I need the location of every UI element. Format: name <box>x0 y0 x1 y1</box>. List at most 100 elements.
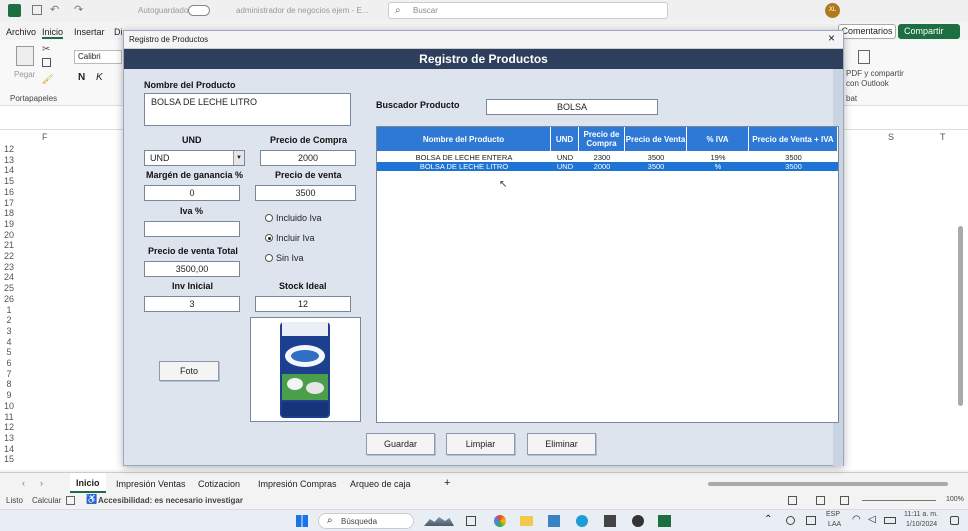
task-view-icon[interactable] <box>466 516 476 526</box>
sheet-next-icon[interactable]: › <box>40 478 43 488</box>
column-header[interactable]: Precio de Venta + IVA <box>749 127 838 151</box>
row-header[interactable]: 20 <box>0 230 18 240</box>
sheet-prev-icon[interactable]: ‹ <box>22 478 25 488</box>
row-header[interactable]: 15 <box>0 454 18 464</box>
row-header[interactable]: 15 <box>0 176 18 186</box>
share-button[interactable]: Compartir <box>898 24 960 39</box>
autosave-toggle[interactable] <box>188 5 210 16</box>
row-header[interactable]: 10 <box>0 401 18 411</box>
column-header[interactable]: Nombre del Producto <box>377 127 551 151</box>
column-header-t[interactable]: T <box>940 132 946 142</box>
app-icon-3[interactable] <box>632 515 644 527</box>
dialog-caption-bar[interactable]: Registro de Productos × <box>124 31 843 49</box>
tab-diseno[interactable]: Di <box>114 27 123 37</box>
row-header[interactable]: 22 <box>0 251 18 261</box>
zoom-slider[interactable] <box>862 500 936 501</box>
excel-taskbar-icon[interactable] <box>658 515 671 527</box>
language-line-1[interactable]: ESP <box>826 511 840 518</box>
row-header[interactable]: 2 <box>0 315 18 325</box>
row-header[interactable]: 17 <box>0 198 18 208</box>
tray-chevron-icon[interactable]: ⌃ <box>764 514 772 525</box>
edge-icon[interactable] <box>576 515 588 527</box>
column-header[interactable]: UND <box>551 127 579 151</box>
total-sale-price-input[interactable]: 3500,00 <box>144 261 240 277</box>
row-header[interactable]: 13 <box>0 433 18 443</box>
row-header[interactable]: 4 <box>0 337 18 347</box>
macro-icon[interactable] <box>66 496 75 505</box>
clock-time[interactable]: 11:11 a. m. <box>904 511 938 518</box>
radio-dot-icon[interactable] <box>265 214 273 222</box>
product-name-input[interactable]: BOLSA DE LECHE LITRO <box>144 93 351 126</box>
cut-icon[interactable]: ✂ <box>42 44 50 55</box>
table-row[interactable]: BOLSA DE LECHE ENTERA UND 2300 3500 19% 3500 <box>377 153 838 162</box>
tray-icon-1[interactable] <box>786 516 795 525</box>
column-header[interactable]: Precio de Venta <box>625 127 687 151</box>
column-header[interactable]: % IVA <box>687 127 749 151</box>
row-header[interactable]: 19 <box>0 219 18 229</box>
table-row[interactable]: BOLSA DE LECHE LITRO UND 2000 3500% 3500 <box>377 162 838 171</box>
initial-inventory-input[interactable]: 3 <box>144 296 240 312</box>
copy-icon[interactable] <box>42 58 51 67</box>
row-header[interactable]: 8 <box>0 379 18 389</box>
row-header[interactable]: 9 <box>0 390 18 400</box>
row-header[interactable]: 16 <box>0 187 18 197</box>
volume-icon[interactable]: ◁ <box>868 514 876 525</box>
row-header[interactable]: 13 <box>0 155 18 165</box>
save-button[interactable]: Guardar <box>366 433 435 455</box>
search-product-input[interactable]: BOLSA <box>486 99 658 115</box>
taskbar-search[interactable]: ⌕ Búsqueda <box>318 513 414 529</box>
row-header[interactable]: 25 <box>0 283 18 293</box>
column-header[interactable]: Precio de Compra <box>579 127 625 151</box>
normal-view-icon[interactable] <box>788 496 797 505</box>
column-header-f[interactable]: F <box>42 132 48 142</box>
column-header-s[interactable]: S <box>888 132 894 142</box>
horizontal-scrollbar[interactable] <box>708 482 948 486</box>
store-icon[interactable] <box>548 515 560 527</box>
zoom-level[interactable]: 100% <box>946 496 964 503</box>
und-select[interactable]: UND ▼ <box>144 150 245 166</box>
save-icon[interactable] <box>32 5 42 15</box>
row-header[interactable]: 11 <box>0 412 18 422</box>
tab-inicio[interactable]: Inicio <box>42 27 64 39</box>
row-header[interactable]: 24 <box>0 272 18 282</box>
row-header[interactable]: 18 <box>0 208 18 218</box>
radio-dot-icon[interactable] <box>265 254 273 262</box>
sheet-tab-cotizacion[interactable]: Cotizacion <box>198 479 240 489</box>
close-icon[interactable]: × <box>828 31 835 45</box>
sale-price-input[interactable]: 3500 <box>255 185 356 201</box>
tab-insertar[interactable]: Insertar <box>74 27 105 37</box>
photo-button[interactable]: Foto <box>159 361 219 381</box>
file-explorer-icon[interactable] <box>520 516 533 526</box>
page-break-icon[interactable] <box>840 496 849 505</box>
tray-icon-2[interactable] <box>806 516 816 525</box>
sheet-tab-impresion-compras[interactable]: Impresión Compras <box>258 479 337 489</box>
paste-icon[interactable] <box>16 46 34 66</box>
sheet-tab-inicio[interactable]: Inicio <box>70 473 106 493</box>
row-header[interactable]: 26 <box>0 294 18 304</box>
row-header[interactable]: 12 <box>0 422 18 432</box>
pdf-share-label[interactable]: PDF y compartir <box>846 69 904 78</box>
iva-radio-option[interactable]: Incluir Iva <box>265 233 315 243</box>
sheet-tab-impresion-ventas[interactable]: Impresión Ventas <box>116 479 186 489</box>
windows-start-icon[interactable] <box>296 515 308 527</box>
paste-label[interactable]: Pegar <box>14 70 35 79</box>
undo-icon[interactable]: ↶ <box>50 3 59 16</box>
iva-input[interactable] <box>144 221 240 237</box>
iva-radio-option[interactable]: Incluido Iva <box>265 213 322 223</box>
row-header[interactable]: 23 <box>0 262 18 272</box>
wifi-icon[interactable]: ◠ <box>852 514 861 525</box>
comments-button[interactable]: Comentarios <box>838 24 896 39</box>
font-name-box[interactable]: Calibri <box>74 50 122 64</box>
row-header[interactable]: 21 <box>0 240 18 250</box>
row-header[interactable]: 7 <box>0 369 18 379</box>
user-avatar[interactable]: XL <box>825 3 840 18</box>
status-calculate[interactable]: Calcular <box>32 496 61 505</box>
row-header[interactable]: 5 <box>0 347 18 357</box>
row-header[interactable]: 1 <box>0 305 18 315</box>
notification-icon[interactable] <box>950 516 959 525</box>
radio-dot-icon[interactable] <box>265 234 273 242</box>
italic-button[interactable]: K <box>96 72 103 83</box>
app-icon-1[interactable] <box>494 515 506 527</box>
ideal-stock-input[interactable]: 12 <box>255 296 351 312</box>
row-header[interactable]: 14 <box>0 444 18 454</box>
